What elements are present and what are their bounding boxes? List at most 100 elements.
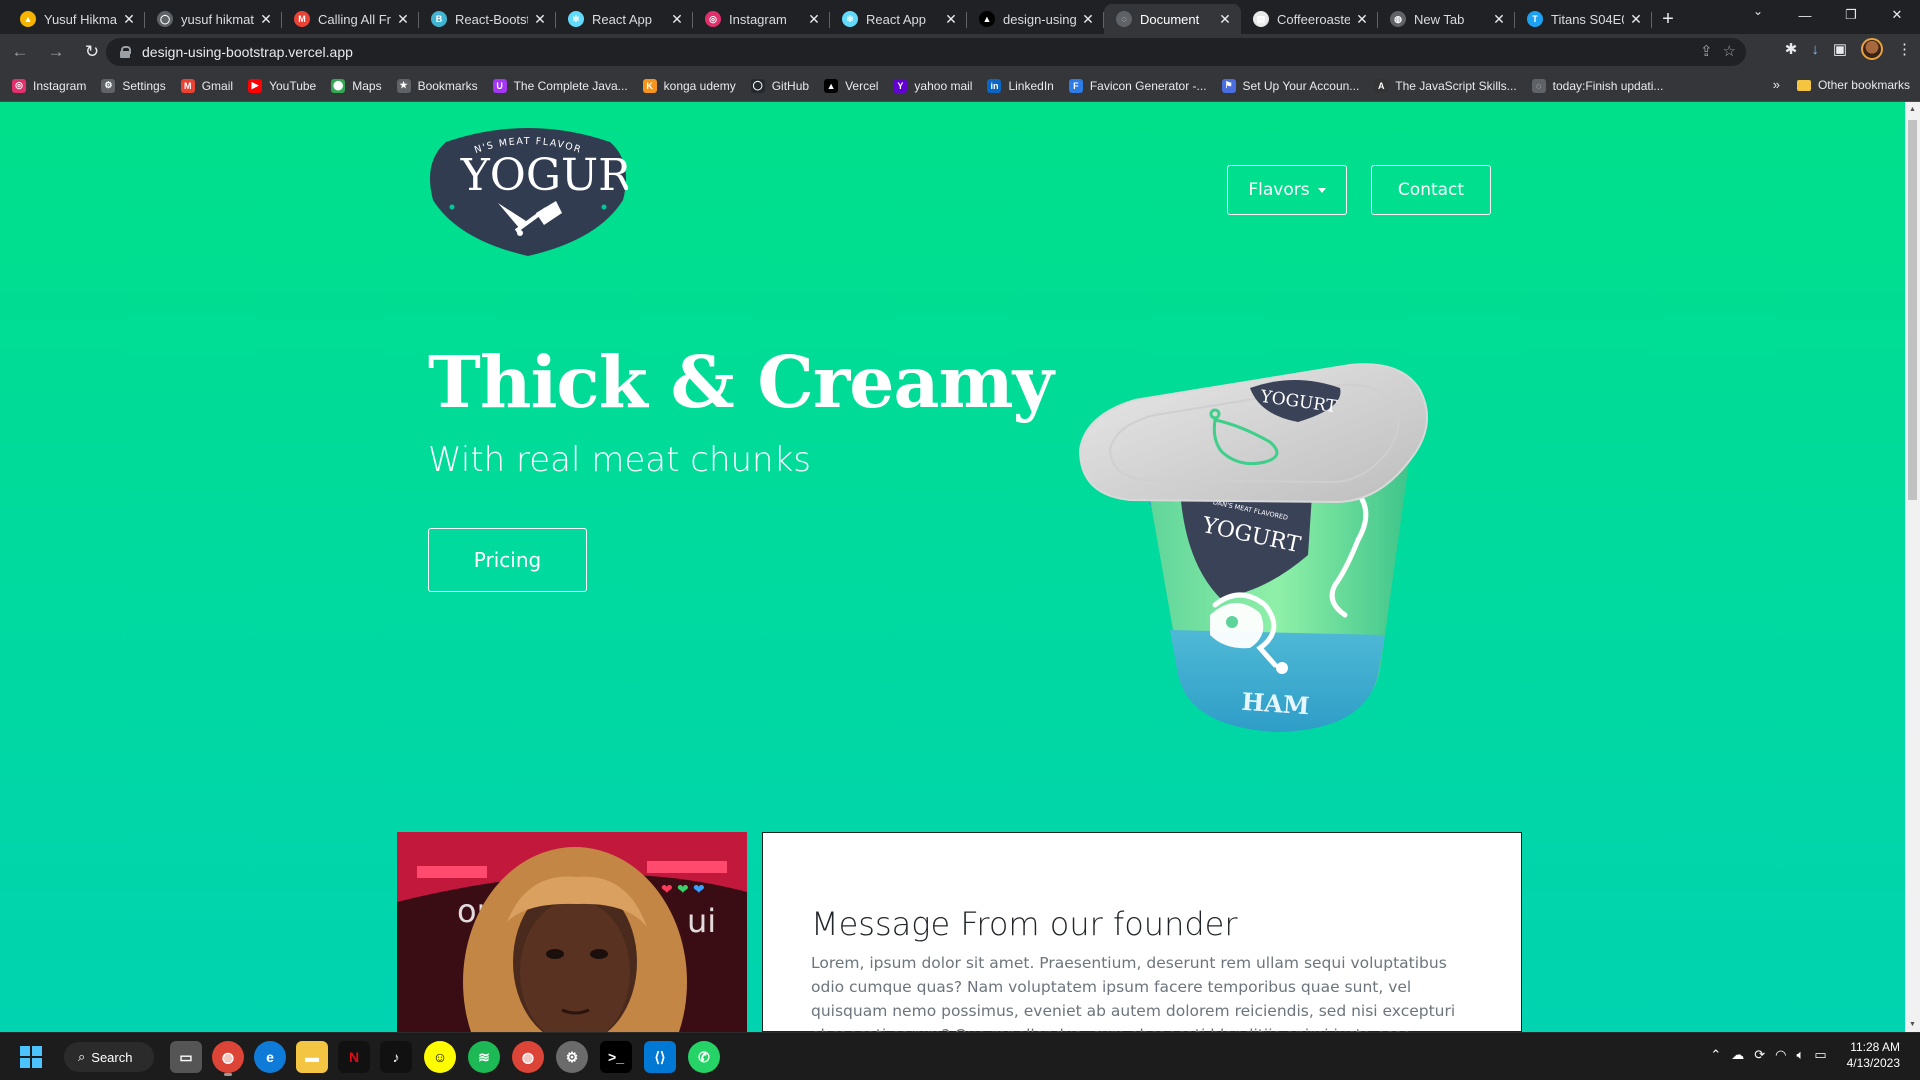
bookmark-item[interactable]: U The Complete Java... xyxy=(492,78,628,93)
close-tab-icon[interactable]: ✕ xyxy=(669,11,685,28)
bookmark-item[interactable]: ▲ Vercel xyxy=(824,78,878,93)
close-tab-icon[interactable]: ✕ xyxy=(1080,11,1096,28)
globe-icon: ◌ xyxy=(1116,11,1132,27)
wifi-icon[interactable]: ◠ xyxy=(1775,1047,1786,1063)
sync-icon[interactable]: ⟳ xyxy=(1754,1047,1765,1063)
bookmark-item[interactable]: F Favicon Generator -... xyxy=(1068,78,1207,93)
download-icon[interactable]: ↓ xyxy=(1811,41,1819,58)
browser-tab[interactable]: M Calling All Fro ✕ xyxy=(282,4,419,34)
browser-tab[interactable]: ⚛ React App ✕ xyxy=(830,4,967,34)
address-bar[interactable]: design-using-bootstrap.vercel.app ⇪ ☆ xyxy=(106,38,1746,66)
browser-tab[interactable]: ▲ Yusuf Hikmat ✕ xyxy=(8,4,145,34)
extensions-icon[interactable]: ✱ xyxy=(1785,40,1798,58)
file-explorer-icon[interactable]: ▬ xyxy=(296,1041,328,1073)
bookmark-item[interactable]: in LinkedIn xyxy=(987,78,1054,93)
tab-title: design-using xyxy=(1003,11,1076,27)
clock[interactable]: 11:28 AM 4/13/2023 xyxy=(1847,1039,1900,1071)
back-button[interactable]: ← xyxy=(4,38,36,66)
close-tab-icon[interactable]: ✕ xyxy=(1217,11,1233,28)
onedrive-icon[interactable]: ☁ xyxy=(1731,1047,1744,1063)
spotify-icon[interactable]: ≋ xyxy=(468,1041,500,1073)
bookmark-item[interactable]: ★ Bookmarks xyxy=(396,78,478,93)
bookmark-item[interactable]: ◯ GitHub xyxy=(750,78,810,93)
tab-title: Yusuf Hikmat xyxy=(44,11,117,27)
close-tab-icon[interactable]: ✕ xyxy=(121,11,137,28)
flavors-dropdown[interactable]: Flavors xyxy=(1227,165,1347,215)
gear-icon: ⚙ xyxy=(101,78,116,93)
side-panel-icon[interactable]: ▣ xyxy=(1833,40,1847,58)
site-logo[interactable]: DAN'S MEAT FLAVORED YOGUR xyxy=(428,122,628,257)
battery-icon[interactable]: ▭ xyxy=(1814,1047,1826,1063)
forward-button[interactable]: → xyxy=(40,38,72,66)
close-tab-icon[interactable]: ✕ xyxy=(1628,11,1644,28)
netflix-icon[interactable]: N xyxy=(338,1041,370,1073)
new-tab-button[interactable]: + xyxy=(1652,4,1684,34)
taskbar-search[interactable]: ⌕ Search xyxy=(64,1042,154,1072)
tab-title: New Tab xyxy=(1414,11,1465,27)
bookmark-item[interactable]: Yyahoo mail xyxy=(893,78,972,93)
bookmark-item[interactable]: ◌ today:Finish updati... xyxy=(1531,78,1663,93)
bookmark-item[interactable]: M Gmail xyxy=(180,78,233,93)
contact-button[interactable]: Contact xyxy=(1371,165,1491,215)
browser-tab[interactable]: ◎ Instagram ✕ xyxy=(693,4,830,34)
bookmark-item[interactable]: ⚑ Set Up Your Accoun... xyxy=(1221,78,1359,93)
close-tab-icon[interactable]: ✕ xyxy=(1491,11,1507,28)
volume-icon[interactable]: 🔈︎ xyxy=(1797,1047,1805,1063)
windows-start-icon[interactable] xyxy=(20,1046,42,1068)
tiktok-icon[interactable]: ♪ xyxy=(380,1041,412,1073)
bookmark-item[interactable]: ⚙ Settings xyxy=(101,78,166,93)
chrome-profile-icon[interactable]: ◍ xyxy=(512,1041,544,1073)
bookmark-item[interactable]: ▶ YouTube xyxy=(248,78,316,93)
browser-tab[interactable]: ⚛ React App ✕ xyxy=(556,4,693,34)
browser-tab[interactable]: ◌ Document ✕ xyxy=(1104,4,1241,34)
close-tab-icon[interactable]: ✕ xyxy=(258,11,274,28)
scroll-down-icon[interactable]: ▼ xyxy=(1908,1021,1917,1028)
bookmark-label: GitHub xyxy=(771,78,810,93)
react-icon: ⚛ xyxy=(842,11,858,27)
browser-tab[interactable]: T Titans S04E07✕ xyxy=(1515,4,1652,34)
close-tab-icon[interactable]: ✕ xyxy=(943,11,959,28)
other-bookmarks[interactable]: Other bookmarks xyxy=(1796,78,1910,92)
tab-search-icon[interactable]: ⌄ xyxy=(1746,4,1770,18)
browser-tab[interactable]: ◯ yusuf hikmat ✕ xyxy=(145,4,282,34)
restore-button[interactable]: ❐ xyxy=(1828,0,1874,30)
close-window-button[interactable]: ✕ xyxy=(1874,0,1920,30)
more-bookmarks-icon[interactable]: » xyxy=(1773,77,1780,92)
page-scrollbar[interactable]: ▲ ▼ xyxy=(1905,102,1920,1032)
browser-tab[interactable]: ▤ Coffeeroaster ✕ xyxy=(1241,4,1378,34)
chevron-up-icon[interactable]: ⌃ xyxy=(1710,1047,1721,1063)
lock-icon[interactable] xyxy=(120,46,131,58)
gmail-icon: M xyxy=(180,78,195,93)
whatsapp-icon[interactable]: ✆ xyxy=(688,1041,720,1073)
chrome-taskbar-icon[interactable]: ◍ xyxy=(212,1041,244,1076)
bookmark-star-icon[interactable]: ☆ xyxy=(1723,42,1736,60)
terminal-icon[interactable]: >_ xyxy=(600,1041,632,1073)
vscode-icon[interactable]: ⟨⟩ xyxy=(644,1041,676,1073)
share-icon[interactable]: ⇪ xyxy=(1700,42,1713,60)
close-tab-icon[interactable]: ✕ xyxy=(1354,11,1370,28)
bookmark-item[interactable]: A The JavaScript Skills... xyxy=(1374,78,1517,93)
bookmark-item[interactable]: ◎ Instagram xyxy=(12,78,86,93)
bookmark-item[interactable]: ⬤ Maps xyxy=(331,78,382,93)
browser-tab[interactable]: B React-Bootstr ✕ xyxy=(419,4,556,34)
scroll-up-icon[interactable]: ▲ xyxy=(1908,106,1917,113)
menu-icon[interactable]: ⋮ xyxy=(1897,40,1912,58)
edge-icon[interactable]: e xyxy=(254,1041,286,1073)
profile-avatar[interactable] xyxy=(1861,38,1883,60)
snapchat-icon[interactable]: ☺ xyxy=(424,1041,456,1073)
minimize-button[interactable]: — xyxy=(1782,0,1828,30)
gmail-icon: M xyxy=(294,11,310,27)
flavors-label: Flavors xyxy=(1248,180,1310,200)
browser-tab[interactable]: ◍ New Tab ✕ xyxy=(1378,4,1515,34)
bookmark-item[interactable]: Kkonga udemy xyxy=(642,78,736,93)
pricing-button[interactable]: Pricing xyxy=(428,528,587,592)
close-tab-icon[interactable]: ✕ xyxy=(806,11,822,28)
scroll-thumb[interactable] xyxy=(1908,120,1917,500)
taskbar-search-label: Search xyxy=(91,1049,133,1065)
browser-tab[interactable]: ▲ design-using ✕ xyxy=(967,4,1104,34)
close-tab-icon[interactable]: ✕ xyxy=(395,11,411,28)
reload-button[interactable]: ↻ xyxy=(76,38,108,66)
close-tab-icon[interactable]: ✕ xyxy=(532,11,548,28)
task-view-icon[interactable]: ▭ xyxy=(170,1041,202,1073)
settings-icon[interactable]: ⚙ xyxy=(556,1041,588,1073)
